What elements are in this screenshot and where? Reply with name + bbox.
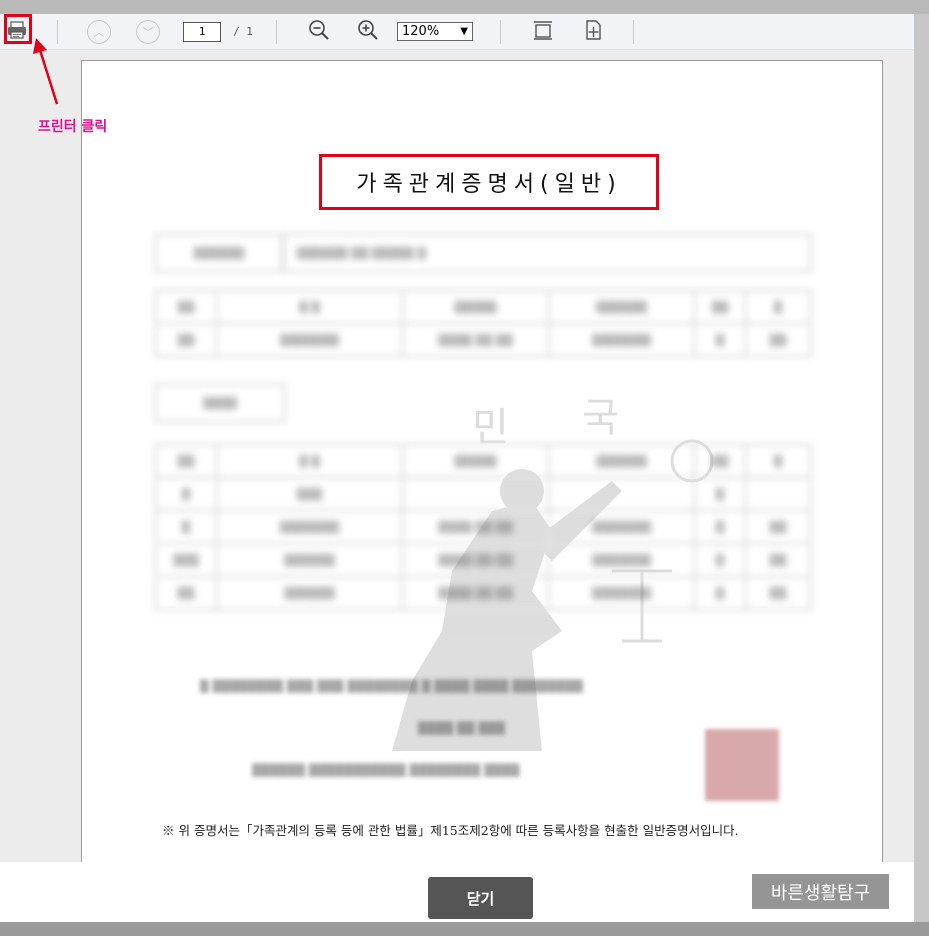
viewer-window: ︿ ﹀ 1 / 1 120% ▼ 민 국 가족관계증명서(일반) ▒▒▒▒▒▒ … xyxy=(0,14,914,922)
zoom-out-icon xyxy=(308,19,330,45)
document-viewer[interactable]: 민 국 가족관계증명서(일반) ▒▒▒▒▒▒ ▒▒▒▒▒▒ ▒▒ ▒▒▒▒▒ ▒… xyxy=(0,50,914,862)
official-seal xyxy=(705,729,779,801)
chevron-down-icon: ﹀ xyxy=(142,25,154,39)
document-page: 민 국 가족관계증명서(일반) ▒▒▒▒▒▒ ▒▒▒▒▒▒ ▒▒ ▒▒▒▒▒ ▒… xyxy=(81,60,883,862)
next-page-button[interactable]: ﹀ xyxy=(135,14,161,49)
svg-text:국: 국 xyxy=(582,395,619,441)
fit-page-button[interactable] xyxy=(580,14,606,49)
certification-line: ▒ ▒▒▒▒▒▒▒▒ ▒▒▒ ▒▒▒ ▒▒▒▒▒▒▒▒ ▒ ▒▒▒▒ ▒▒▒▒ … xyxy=(200,679,584,693)
window-right-edge xyxy=(914,14,929,922)
fit-width-icon xyxy=(532,19,554,45)
family-table: ▒▒ ▒ ▒ ▒▒▒▒▒ ▒▒▒▒▒▒ ▒▒ ▒ ▒ ▒▒▒ ▒ ▒ ▒▒▒▒▒▒▒ ▒▒▒▒ ▒… xyxy=(154,443,812,611)
fit-page-icon xyxy=(582,19,604,45)
issue-date-line: ▒▒▒▒ ▒▒ ▒▒▒ xyxy=(418,721,505,735)
page-number-input-wrap: 1 xyxy=(182,14,222,49)
outer-top-border xyxy=(0,0,929,14)
document-notice: ※ 위 증명서는「가족관계의 등록 등에 관한 법률」제15조제2항에 따른 등… xyxy=(162,823,739,838)
window-bottom-edge xyxy=(0,922,929,936)
person-table: ▒▒ ▒ ▒ ▒▒▒▒▒ ▒▒▒▒▒▒ ▒▒ ▒ ▒▒ ▒▒▒▒▒▒▒ ▒▒▒▒ ▒▒ ▒▒ ▒… xyxy=(154,289,812,358)
family-section-label: ▒▒▒▒ xyxy=(154,383,286,423)
blog-watermark: 바른생활탐구 xyxy=(752,874,889,909)
annotation-label: 프린터 클릭 xyxy=(38,119,108,135)
issuer-line: ▒▒▒▒▒▒ ▒▒▒▒▒▒▒▒▒▒▒ ▒▒▒▒▒▒▒▒ ▒▒▒▒ xyxy=(252,763,520,777)
pdf-viewer-window: ︿ ﹀ 1 / 1 120% ▼ 민 국 가족관계증명서(일반) ▒▒▒▒▒▒ … xyxy=(0,0,929,936)
page-total: / 1 xyxy=(233,25,253,38)
annotation-arrow xyxy=(33,38,59,105)
prev-page-button[interactable]: ︿ xyxy=(86,14,112,49)
close-button[interactable]: 닫기 xyxy=(428,877,533,919)
page-total-wrap: / 1 xyxy=(228,14,258,49)
zoom-select[interactable]: 120% ▼ xyxy=(397,22,473,41)
print-button-highlight xyxy=(4,14,32,44)
document-title-highlight: 가족관계증명서(일반) xyxy=(319,154,659,210)
toolbar-separator xyxy=(633,20,634,44)
chevron-down-icon: ▼ xyxy=(460,26,468,37)
document-title: 가족관계증명서(일반) xyxy=(356,172,622,197)
chevron-up-icon: ︿ xyxy=(93,25,105,39)
zoom-in-button[interactable] xyxy=(355,14,381,49)
zoom-select-wrap: 120% ▼ xyxy=(395,14,475,49)
zoom-value: 120% xyxy=(402,24,440,39)
registry-label-cell: ▒▒▒▒▒▒ xyxy=(154,233,284,273)
fit-width-button[interactable] xyxy=(530,14,556,49)
toolbar-separator xyxy=(276,20,277,44)
toolbar-separator xyxy=(500,20,501,44)
zoom-in-icon xyxy=(357,19,379,45)
zoom-out-button[interactable] xyxy=(306,14,332,49)
page-number-input[interactable]: 1 xyxy=(183,21,221,42)
pdf-toolbar: ︿ ﹀ 1 / 1 120% ▼ xyxy=(0,14,914,50)
registry-value-cell: ▒▒▒▒▒▒ ▒▒ ▒▒▒▒▒ ▒ xyxy=(282,233,812,273)
